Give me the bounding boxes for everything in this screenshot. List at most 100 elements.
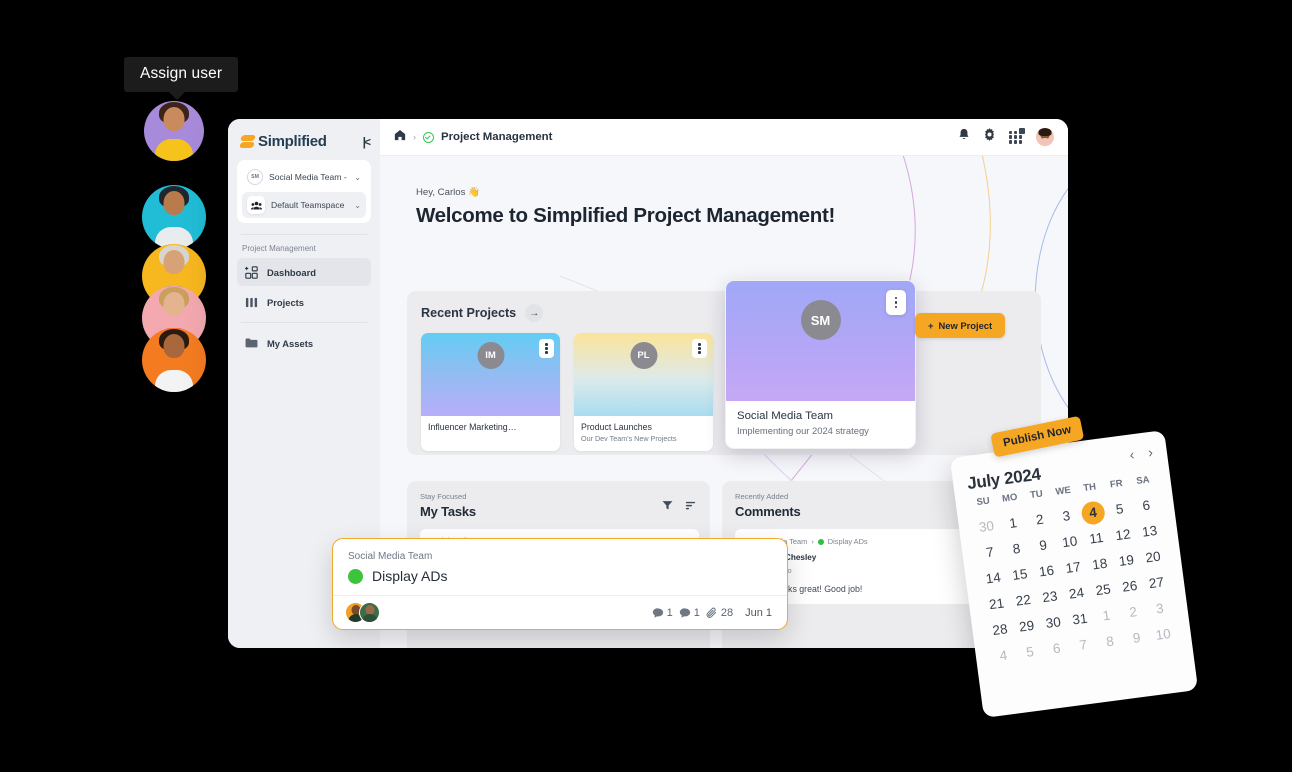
calendar-day[interactable]: 10 — [1055, 531, 1084, 554]
sidebar-item-projects[interactable]: Projects — [237, 288, 371, 316]
avatar-option-5[interactable] — [142, 328, 206, 392]
topbar: › Project Management — [380, 119, 1068, 156]
avatar-option-1[interactable] — [144, 101, 204, 161]
calendar-day[interactable]: 5 — [1016, 641, 1045, 664]
sidebar-divider-2 — [241, 322, 367, 323]
calendar-day[interactable]: 2 — [1025, 508, 1054, 531]
calendar-day[interactable]: 8 — [1002, 538, 1031, 561]
avatar[interactable] — [1035, 127, 1055, 147]
breadcrumb: › Project Management — [394, 128, 958, 146]
home-icon[interactable] — [394, 128, 406, 146]
project-card-name-3: Social Media Team — [737, 410, 834, 422]
calendar-day[interactable]: 19 — [1112, 549, 1141, 572]
calendar-day[interactable]: 14 — [979, 567, 1008, 590]
calendar-day[interactable]: 12 — [1108, 524, 1137, 547]
sidebar-item-dashboard[interactable]: Dashboard — [237, 258, 371, 286]
calendar-day[interactable]: 7 — [975, 541, 1004, 564]
folder-icon — [244, 336, 258, 350]
calendar-day[interactable]: 6 — [1042, 637, 1071, 660]
calendar-prev-icon[interactable]: ‹ — [1129, 446, 1136, 462]
calendar-day[interactable]: 16 — [1032, 560, 1061, 583]
calendar-day[interactable]: 22 — [1009, 589, 1038, 612]
calendar-day[interactable]: 18 — [1085, 553, 1114, 576]
calendar-nav: ‹ › — [1129, 444, 1154, 463]
calendar-day[interactable]: 4 — [989, 644, 1018, 667]
project-card-2[interactable]: PL Product Launches Our Dev Team's New P… — [574, 333, 713, 451]
project-card-menu-icon-3[interactable] — [886, 290, 906, 315]
project-card-cover-2: PL — [574, 333, 713, 416]
calendar-day[interactable]: 7 — [1069, 634, 1098, 657]
floating-task-title: Display ADs — [372, 568, 448, 584]
calendar-day[interactable]: 24 — [1062, 582, 1091, 605]
collapse-sidebar-icon[interactable]: |< — [363, 135, 372, 149]
brand-logo[interactable]: Simplified — [239, 133, 327, 150]
calendar-day[interactable]: 21 — [982, 593, 1011, 616]
sidebar-item-label-dashboard: Dashboard — [267, 266, 316, 278]
calendar-day[interactable]: 29 — [1012, 615, 1041, 638]
filter-icon[interactable] — [662, 498, 673, 516]
assignee-avatar-2 — [359, 602, 380, 623]
calendar-day[interactable]: 13 — [1135, 520, 1164, 543]
bell-icon[interactable] — [958, 128, 970, 146]
calendar-day[interactable]: 31 — [1065, 608, 1094, 631]
calendar-day[interactable]: 2 — [1119, 601, 1148, 624]
sidebar-brand-row: Simplified |< — [237, 131, 371, 150]
calendar-day[interactable]: 28 — [986, 618, 1015, 641]
project-card-menu-icon[interactable] — [539, 339, 554, 358]
people-icon — [247, 196, 265, 214]
project-card[interactable]: IM Influencer Marketing… — [421, 333, 560, 451]
breadcrumb-title[interactable]: Project Management — [441, 131, 552, 143]
workspace-selector[interactable]: SM Social Media Team - … ⌄ — [242, 165, 366, 189]
calendar-day[interactable]: 25 — [1089, 579, 1118, 602]
project-monogram-3: SM — [800, 300, 841, 340]
calendar-day[interactable]: 15 — [1005, 563, 1034, 586]
new-project-button[interactable]: + New Project — [915, 313, 1006, 338]
project-card-featured[interactable]: SM Social Media Team Implementing our 20… — [725, 280, 916, 449]
calendar-widget: July 2024 ‹ › SU MO TU WE TH FR SA 30 1 2 3 4 5 6 7 8 9 1… — [949, 415, 1199, 718]
floating-task-project: Social Media Team — [348, 551, 433, 562]
sidebar-item-my-assets[interactable]: My Assets — [237, 329, 371, 357]
sidebar-item-label-projects: Projects — [267, 296, 304, 308]
calendar-weekday: TH — [1082, 481, 1097, 494]
calendar-day[interactable]: 30 — [1039, 611, 1068, 634]
project-monogram: IM — [477, 342, 504, 369]
avatar-option-2[interactable] — [142, 185, 206, 249]
calendar-day[interactable]: 9 — [1029, 534, 1058, 557]
teamspace-selector[interactable]: Default Teamspace ⌄ — [242, 192, 366, 218]
calendar-card: July 2024 ‹ › SU MO TU WE TH FR SA 30 1 2 3 4 5 6 7 8 9 1… — [949, 430, 1199, 718]
calendar-day[interactable]: 6 — [1132, 494, 1161, 517]
calendar-day[interactable]: 30 — [972, 515, 1001, 538]
calendar-day[interactable]: 10 — [1149, 623, 1178, 646]
recent-projects-panel: Recent Projects → IM Influencer Marketin… — [407, 280, 1041, 455]
apps-grid-icon[interactable] — [1009, 127, 1025, 144]
assignee-avatars[interactable] — [345, 602, 380, 623]
calendar-day[interactable]: 1 — [1092, 604, 1121, 627]
calendar-day[interactable]: 17 — [1059, 556, 1088, 579]
calendar-day[interactable]: 23 — [1035, 586, 1064, 609]
recent-projects-arrow-icon[interactable]: → — [525, 304, 544, 322]
calendar-day[interactable]: 11 — [1082, 527, 1111, 550]
project-card-menu-icon-2[interactable] — [692, 339, 707, 358]
calendar-day[interactable]: 20 — [1138, 546, 1167, 569]
calendar-day[interactable]: 5 — [1105, 498, 1134, 521]
calendar-weekday: MO — [1001, 491, 1019, 505]
calendar-next-icon[interactable]: › — [1147, 444, 1154, 460]
calendar-day[interactable]: 3 — [1052, 505, 1081, 528]
calendar-day[interactable]: 9 — [1122, 627, 1151, 650]
topbar-icons — [958, 127, 1055, 147]
calendar-day[interactable]: 3 — [1145, 597, 1174, 620]
project-monogram-2: PL — [630, 342, 657, 369]
sort-icon[interactable] — [685, 498, 696, 516]
chevron-down-icon: ⌄ — [354, 172, 361, 182]
calendar-day[interactable]: 27 — [1142, 572, 1171, 595]
calendar-grid: SU MO TU WE TH FR SA 30 1 2 3 4 5 6 7 8 9 10 11 12 13 14 15 16 1… — [969, 473, 1178, 667]
gear-icon[interactable] — [983, 128, 996, 146]
calendar-day[interactable]: 1 — [999, 512, 1028, 535]
calendar-day[interactable]: 26 — [1115, 575, 1144, 598]
replies-count: 1 — [693, 606, 700, 619]
project-card-meta: Influencer Marketing… — [421, 416, 560, 440]
floating-task-card[interactable]: Social Media Team Display ADs 1 1 28 Jun… — [332, 538, 788, 630]
dashboard-icon — [244, 265, 258, 279]
calendar-day[interactable]: 8 — [1095, 630, 1124, 653]
calendar-day-selected[interactable]: 4 — [1078, 501, 1107, 524]
